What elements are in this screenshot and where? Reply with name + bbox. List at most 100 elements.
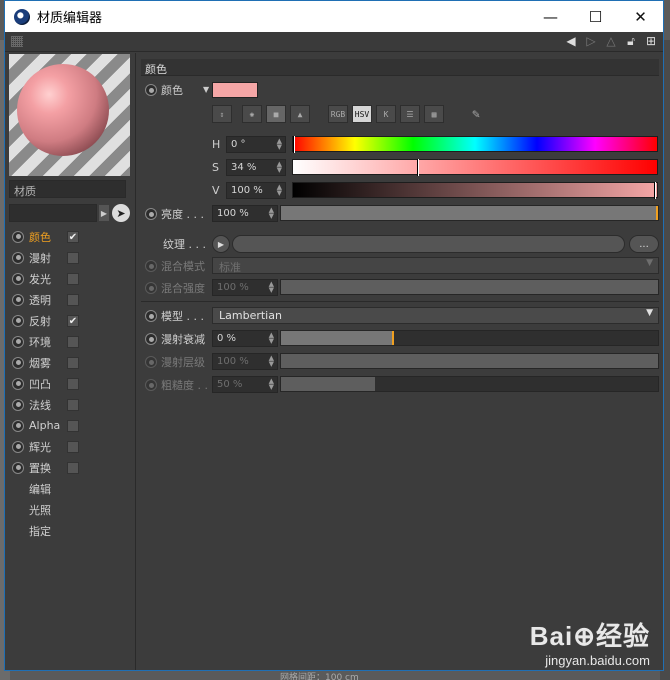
channel-radio[interactable] [12, 377, 24, 390]
material-selector-field[interactable] [9, 204, 97, 222]
material-name-field[interactable]: 材质 [9, 180, 126, 198]
channel-item-transparency[interactable]: 透明 [9, 289, 133, 310]
saturation-gradient-slider[interactable] [292, 159, 658, 176]
channel-checkbox[interactable] [67, 293, 79, 306]
close-button[interactable]: ✕ [618, 1, 663, 32]
channel-item-diffuse[interactable]: 漫射 [9, 247, 133, 268]
dropdown-arrow-icon[interactable]: ▼ [646, 308, 653, 318]
forward-arrow-icon[interactable]: ▷ [583, 33, 599, 49]
texture-field[interactable] [232, 235, 625, 253]
channel-sidebar: 材质 ▶ ➤ 颜色 ✔ 漫射 发光 透明 反射 ✔ 环境 烟雾 凹凸 法线 Alph… [5, 53, 136, 670]
channel-radio[interactable] [12, 356, 24, 369]
eyedropper-icon[interactable]: ✎ [466, 105, 486, 123]
channel-radio[interactable] [12, 461, 24, 474]
blend-mode-row: 混合模式 [141, 256, 205, 276]
brightness-slider[interactable] [280, 205, 659, 221]
brightness-handle[interactable] [656, 206, 658, 220]
channel-checkbox[interactable] [67, 419, 79, 432]
hue-gradient-slider[interactable] [292, 136, 658, 153]
value-gradient-slider[interactable] [292, 182, 658, 199]
channel-checkbox[interactable] [67, 272, 79, 285]
channel-radio[interactable] [12, 230, 24, 243]
blend-strength-label: 混合强度 [161, 282, 205, 295]
dropdown-arrow-icon: ▼ [646, 258, 653, 268]
channel-item-alpha[interactable]: Alpha [9, 415, 133, 436]
channel-radio[interactable] [12, 272, 24, 285]
hsv-mode-button[interactable]: HSV [352, 105, 372, 123]
maximize-button[interactable]: ☐ [573, 1, 618, 32]
diffuse-falloff-radio[interactable] [145, 333, 157, 345]
texture-browse-button[interactable]: ... [629, 235, 659, 253]
channel-label: 烟雾 [29, 356, 51, 370]
brightness-input[interactable]: 100 % ▲ ▼ [212, 205, 278, 222]
color-radio[interactable] [145, 84, 157, 96]
channel-item-displacement[interactable]: 置换 [9, 457, 133, 478]
channel-item-normal[interactable]: 法线 [9, 394, 133, 415]
diffuse-falloff-handle[interactable] [392, 331, 394, 345]
channel-checkbox[interactable] [67, 398, 79, 411]
channel-checkbox[interactable]: ✔ [67, 314, 79, 327]
channel-label: 发光 [29, 272, 51, 286]
value-input[interactable]: 100 % ▲ ▼ [226, 181, 286, 199]
diffuse-level-radio [145, 356, 157, 368]
channel-item-fog[interactable]: 烟雾 [9, 352, 133, 373]
channel-radio[interactable] [12, 314, 24, 327]
channel-radio[interactable] [12, 293, 24, 306]
saturation-input[interactable]: 34 % ▲ ▼ [226, 158, 286, 176]
model-select[interactable]: Lambertian ▼ [212, 307, 659, 324]
model-radio[interactable] [145, 310, 157, 322]
channel-radio[interactable] [12, 335, 24, 348]
swatches-icon[interactable]: ▦ [424, 105, 444, 123]
model-row: 模型 . . . [141, 306, 204, 326]
channel-radio[interactable] [12, 440, 24, 453]
sidebar-item-editor[interactable]: 编辑 [9, 478, 133, 499]
channel-item-bump[interactable]: 凹凸 [9, 373, 133, 394]
sidebar-item-assign[interactable]: 指定 [9, 520, 133, 541]
channel-radio[interactable] [12, 398, 24, 411]
channel-radio[interactable] [12, 251, 24, 264]
color-wheel-icon[interactable]: ✺ [242, 105, 262, 123]
channel-checkbox[interactable] [67, 440, 79, 453]
rgb-mode-button[interactable]: RGB [328, 105, 348, 123]
channel-item-color[interactable]: 颜色 ✔ [9, 226, 133, 247]
selector-arrow-icon[interactable]: ▶ [99, 205, 109, 221]
texture-expand-icon[interactable]: ▶ [212, 235, 230, 253]
channel-label: 漫射 [29, 251, 51, 265]
swatch-menu-arrow-icon[interactable]: ▼ [203, 85, 209, 94]
channel-item-environment[interactable]: 环境 [9, 331, 133, 352]
channel-checkbox[interactable] [67, 251, 79, 264]
diffuse-falloff-slider[interactable] [280, 330, 659, 346]
hue-input[interactable]: 0 ° ▲ ▼ [226, 135, 286, 153]
color-chart-icon[interactable]: ■ [266, 105, 286, 123]
saturation-marker[interactable] [417, 159, 419, 176]
hue-marker[interactable] [293, 136, 295, 153]
channel-checkbox[interactable]: ✔ [67, 230, 79, 243]
image-picker-icon[interactable]: ▲ [290, 105, 310, 123]
mixer-icon[interactable]: ☰ [400, 105, 420, 123]
value-marker[interactable] [654, 182, 656, 199]
new-panel-icon[interactable]: ⊞ [643, 33, 659, 49]
channel-checkbox[interactable] [67, 461, 79, 474]
brightness-label: 亮度 . . . [161, 208, 204, 221]
sidebar-item-illumination[interactable]: 光照 [9, 499, 133, 520]
up-arrow-icon[interactable]: △ [603, 33, 619, 49]
channel-item-reflectance[interactable]: 反射 ✔ [9, 310, 133, 331]
channel-checkbox[interactable] [67, 335, 79, 348]
color-spectrum-icon[interactable]: ⇕ [212, 105, 232, 123]
minimize-button[interactable]: — [528, 1, 573, 32]
channel-checkbox[interactable] [67, 377, 79, 390]
channel-radio[interactable] [12, 419, 24, 432]
material-preview[interactable] [9, 54, 130, 176]
brightness-radio[interactable] [145, 208, 157, 220]
diffuse-falloff-input[interactable]: 0 % ▲ ▼ [212, 330, 278, 347]
color-swatch[interactable] [212, 82, 258, 98]
channel-item-glow[interactable]: 辉光 [9, 436, 133, 457]
channel-item-luminance[interactable]: 发光 [9, 268, 133, 289]
channel-checkbox[interactable] [67, 356, 79, 369]
panel-grip-icon[interactable] [11, 36, 23, 47]
back-arrow-icon[interactable]: ◀ [563, 33, 579, 49]
blend-mode-radio [145, 260, 157, 272]
kelvin-mode-button[interactable]: K [376, 105, 396, 123]
pointer-picker-icon[interactable]: ➤ [112, 204, 130, 222]
lock-icon[interactable]: 🔓︎ [623, 33, 639, 49]
